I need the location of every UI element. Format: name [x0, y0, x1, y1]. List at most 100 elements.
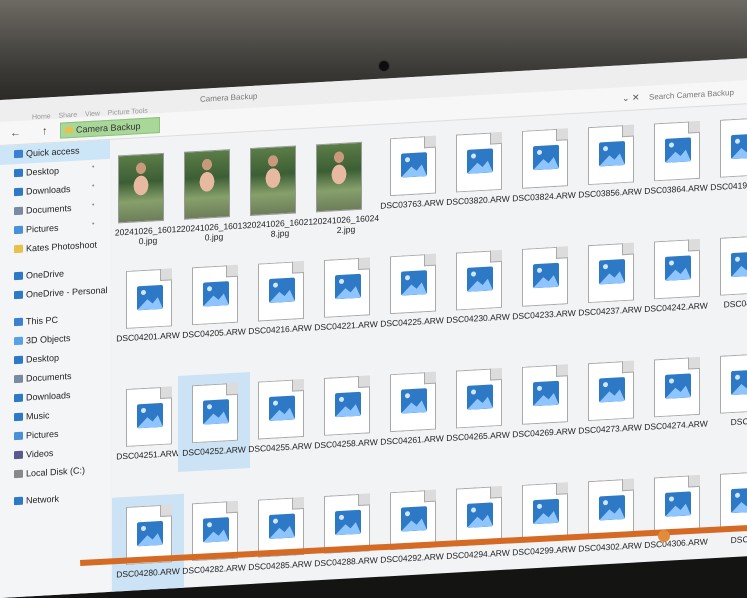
sidebar-item-label: OneDrive - Personal — [26, 284, 108, 300]
photo-thumbnail — [184, 149, 230, 220]
image-icon — [731, 369, 747, 396]
image-icon — [137, 284, 163, 311]
raw-file[interactable]: DSC04273.ARW — [574, 350, 646, 450]
photo-thumbnail — [118, 152, 164, 224]
desktop-icon — [14, 168, 23, 178]
raw-file[interactable]: DSC04288.ARW — [310, 483, 382, 583]
up-arrow-icon[interactable]: ↑ — [42, 125, 48, 137]
raw-file[interactable]: DSC04230.ARW — [442, 239, 514, 339]
image-icon — [401, 388, 427, 414]
file-name: DSC04294.ARW — [446, 547, 510, 562]
photo-file[interactable]: 20241026_160120.jpg — [112, 140, 184, 246]
page-fold — [688, 120, 700, 134]
image-icon — [335, 509, 361, 536]
pin-icon: • — [92, 163, 95, 171]
image-icon — [467, 384, 493, 410]
raw-file[interactable]: DSC04299.ARW — [508, 472, 580, 572]
page-fold — [622, 124, 634, 138]
raw-file[interactable]: DSC04302.ARW — [574, 468, 646, 568]
raw-file[interactable]: DSC04225.ARW — [376, 243, 448, 343]
image-icon — [137, 402, 163, 429]
page-fold — [490, 485, 502, 499]
pictures-icon — [14, 431, 23, 441]
page-fold — [226, 382, 238, 396]
raw-file[interactable]: DSC04294.ARW — [442, 475, 514, 575]
raw-file[interactable]: DSC04205.ARW — [178, 254, 250, 354]
raw-file[interactable]: DSC03820.ARW — [442, 121, 514, 221]
file-name: DSC0424 — [723, 297, 747, 310]
raw-file[interactable]: DSC04242.ARW — [640, 228, 712, 328]
navigation-pane: Quick access Desktop • Downloads • Documents •… — [0, 139, 110, 598]
image-icon — [269, 277, 295, 303]
file-name: DSC03763.ARW — [380, 197, 444, 211]
raw-file[interactable]: DSC04237.ARW — [574, 232, 646, 332]
image-icon — [203, 399, 229, 425]
file-name: DSC04292.ARW — [380, 551, 444, 565]
file-name: DSC04273.ARW — [578, 422, 642, 436]
raw-file[interactable]: DSC04292.ARW — [376, 479, 448, 579]
photo-file[interactable]: 20241026_160242.jpg — [310, 129, 382, 235]
raw-file[interactable]: DSC04252.ARW — [178, 372, 250, 473]
video-scrubber-handle — [658, 530, 670, 542]
file-name: DSC04251.ARW — [116, 447, 180, 462]
photo-file[interactable]: 20241026_160218.jpg — [244, 132, 316, 239]
raw-file[interactable]: DSC0 — [706, 461, 747, 561]
breadcrumb[interactable]: Camera Backup — [60, 117, 160, 139]
file-name: DSC04237.ARW — [578, 304, 642, 318]
raw-file[interactable]: DSC04285.ARW — [244, 486, 316, 586]
raw-file[interactable]: DSC04221.ARW — [310, 247, 382, 347]
page-fold — [160, 268, 172, 282]
raw-file[interactable]: DSC04269.ARW — [508, 354, 580, 454]
star-icon — [14, 149, 23, 159]
image-icon — [665, 491, 691, 517]
raw-file[interactable]: DSC04233.ARW — [508, 236, 580, 336]
raw-file[interactable]: DSC0424 — [706, 225, 747, 325]
file-name: DSC04299.ARW — [512, 543, 576, 558]
page-fold — [688, 238, 700, 252]
close-icon[interactable]: ✕ — [632, 92, 640, 103]
sidebar-item-label: Downloads — [26, 390, 71, 403]
sidebar-item-label: Desktop — [26, 165, 60, 178]
raw-file[interactable]: DSC04280.ARW — [112, 493, 184, 594]
file-name: 20241026_160242.jpg — [312, 212, 380, 236]
raw-file[interactable]: DSC04261.ARW — [376, 361, 448, 461]
image-icon — [401, 506, 427, 532]
raw-file[interactable]: DSC03763.ARW — [376, 125, 448, 225]
raw-file[interactable]: DSC03864.ARW — [640, 110, 712, 210]
page-fold — [556, 246, 568, 259]
raw-file[interactable]: DSC03824.ARW — [508, 118, 580, 218]
file-name: DSC03856.ARW — [578, 186, 642, 200]
photo-file[interactable]: 20241026_160130.jpg — [178, 136, 250, 243]
image-icon — [533, 144, 559, 171]
raw-file[interactable]: DSC04282.ARW — [178, 490, 250, 590]
cloud-icon — [14, 271, 23, 281]
raw-file[interactable]: DSC04251.ARW — [112, 376, 184, 476]
back-arrow-icon[interactable]: ← — [10, 127, 21, 140]
window-title: Camera Backup — [200, 91, 258, 104]
image-icon — [665, 373, 691, 399]
page-fold — [160, 386, 172, 400]
pin-icon: • — [92, 182, 95, 190]
image-icon — [731, 487, 747, 514]
raw-file[interactable]: DSC04201.ARW — [112, 258, 184, 358]
page-fold — [292, 261, 304, 274]
raw-file[interactable]: DSC04274.ARW — [640, 346, 712, 446]
raw-file[interactable]: DSC04258.ARW — [310, 365, 382, 465]
raw-file[interactable]: DSC04306.ARW — [640, 464, 712, 564]
raw-file[interactable]: DSC04255.ARW — [244, 368, 316, 468]
raw-file[interactable]: DSC0 — [706, 343, 747, 443]
page-fold — [226, 264, 238, 278]
sidebar-item[interactable]: Network — [0, 487, 110, 512]
sidebar-item-label: OneDrive — [26, 268, 65, 281]
sidebar-item-label: Downloads — [26, 184, 71, 197]
raw-file[interactable]: DSC04265.ARW — [442, 357, 514, 457]
cloud-icon — [14, 290, 23, 300]
image-icon — [731, 251, 747, 278]
search-input[interactable]: Search Camera Backup — [645, 84, 747, 106]
sidebar-item-label: Kates Photoshoot — [26, 239, 98, 254]
image-icon — [335, 391, 361, 418]
raw-file[interactable]: DSC04216.ARW — [244, 250, 316, 350]
raw-file[interactable]: DSC03856.ARW — [574, 114, 646, 214]
raw-file[interactable]: DSC04198.ARW — [706, 107, 747, 207]
chevron-down-icon[interactable]: ⌄ — [622, 93, 630, 104]
